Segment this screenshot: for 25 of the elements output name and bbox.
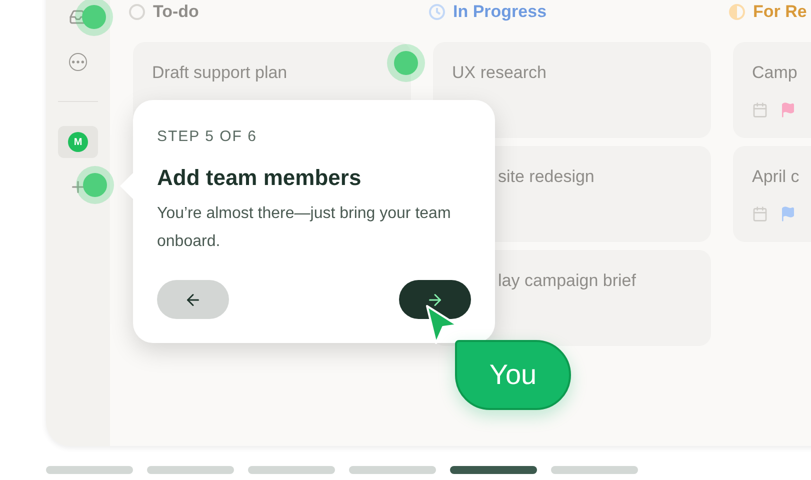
task-title: site redesign bbox=[498, 166, 596, 188]
tour-title: Add team members bbox=[157, 164, 362, 192]
task-title: April c bbox=[752, 166, 800, 188]
cursor-label: You bbox=[455, 340, 571, 410]
column-title: For Re bbox=[753, 1, 807, 24]
calendar-icon bbox=[752, 206, 768, 222]
column-title: To-do bbox=[153, 1, 199, 24]
avatar: M bbox=[68, 132, 88, 152]
task-title: Camp bbox=[752, 62, 798, 84]
circle-icon bbox=[128, 3, 146, 21]
task-title: UX research bbox=[452, 62, 548, 84]
more-icon[interactable] bbox=[69, 53, 87, 71]
task-title: lay campaign brief bbox=[498, 270, 637, 292]
back-button[interactable] bbox=[157, 280, 229, 319]
column-title: In Progress bbox=[453, 1, 547, 24]
calendar-icon bbox=[752, 102, 768, 118]
task-card[interactable]: Camp bbox=[733, 42, 811, 138]
avatar-button[interactable]: M bbox=[58, 126, 98, 158]
next-button[interactable] bbox=[399, 280, 471, 319]
task-card[interactable]: April c bbox=[733, 146, 811, 242]
task-card[interactable]: UX research bbox=[433, 42, 711, 138]
progress-step[interactable] bbox=[450, 466, 537, 474]
task-title: Draft support plan bbox=[152, 62, 288, 84]
clock-icon bbox=[428, 3, 446, 21]
half-circle-icon bbox=[728, 3, 746, 21]
